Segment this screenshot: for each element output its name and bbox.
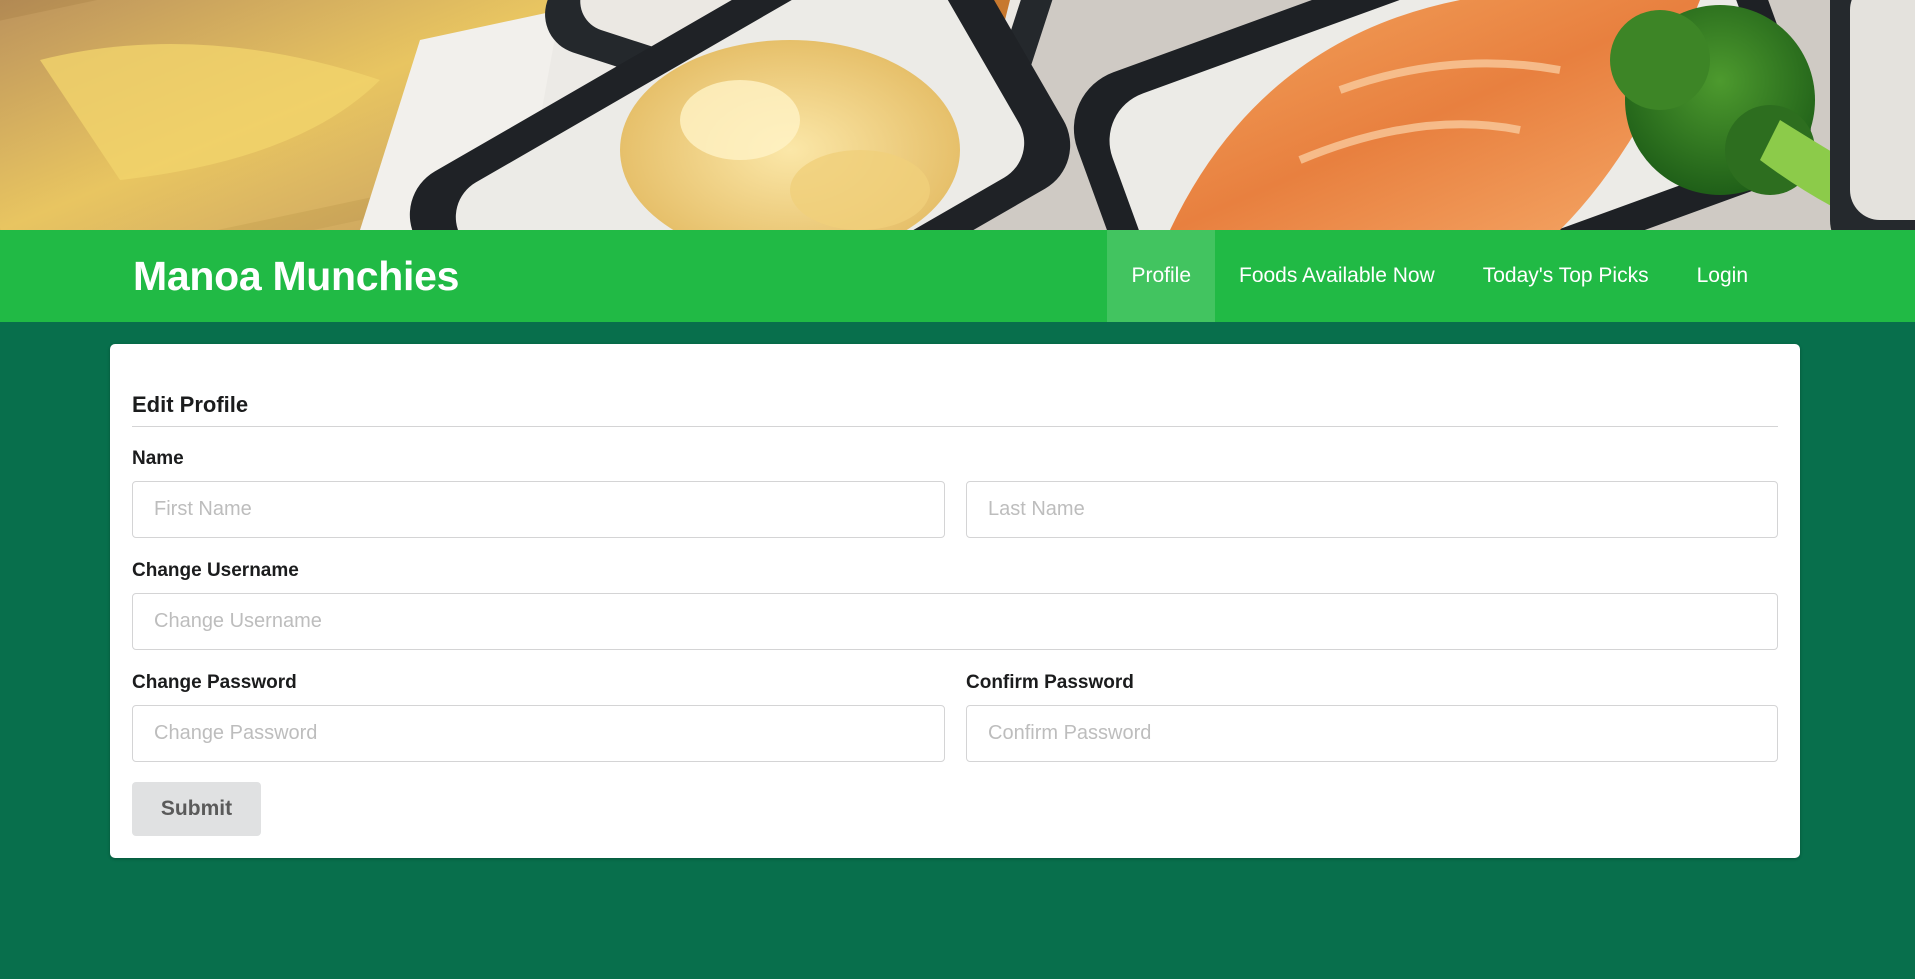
top-navbar: Manoa Munchies Profile Foods Available N… bbox=[0, 230, 1915, 322]
confirm-password-label: Confirm Password bbox=[966, 672, 1134, 693]
submit-button[interactable]: Submit bbox=[132, 782, 261, 836]
nav-item-todays-top-picks[interactable]: Today's Top Picks bbox=[1459, 230, 1673, 322]
nav-item-login[interactable]: Login bbox=[1673, 230, 1772, 322]
name-label: Name bbox=[132, 448, 184, 469]
nav-menu: Profile Foods Available Now Today's Top … bbox=[1107, 230, 1772, 322]
first-name-input[interactable] bbox=[132, 481, 945, 538]
last-name-input[interactable] bbox=[966, 481, 1778, 538]
nav-item-foods-available-now[interactable]: Foods Available Now bbox=[1215, 230, 1459, 322]
change-password-input[interactable] bbox=[132, 705, 945, 762]
change-username-input[interactable] bbox=[132, 593, 1778, 650]
hero-banner-image bbox=[0, 0, 1915, 230]
nav-item-profile[interactable]: Profile bbox=[1107, 230, 1215, 322]
confirm-password-input[interactable] bbox=[966, 705, 1778, 762]
site-brand-title[interactable]: Manoa Munchies bbox=[133, 230, 459, 322]
form-title: Edit Profile bbox=[132, 392, 1778, 427]
change-username-label: Change Username bbox=[132, 560, 299, 581]
edit-profile-card: Edit Profile Name Change Username Change… bbox=[110, 344, 1800, 858]
change-password-label: Change Password bbox=[132, 672, 297, 693]
